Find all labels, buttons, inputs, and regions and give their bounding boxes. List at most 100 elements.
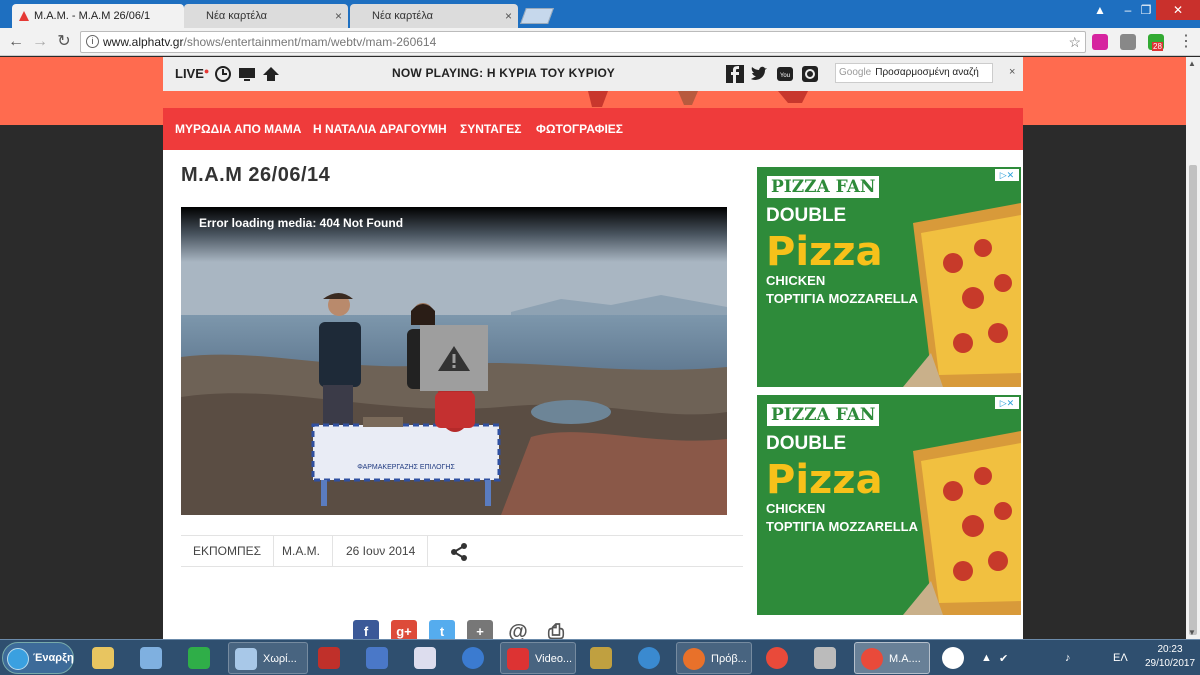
scroll-down-icon[interactable]: ▼ [1188,628,1196,637]
store-icon[interactable] [182,642,218,674]
meta-date: 26 Ιουν 2014 [334,536,429,566]
browser-tab-active[interactable]: Μ.Α.Μ. - Μ.Α.Μ 26/06/1 [12,4,184,28]
menu-icon[interactable]: ⋮ [1176,32,1196,52]
ad-line: ΤΟΡΤΙΓΙΑ MOZZARELLA [766,519,919,534]
menu-item[interactable]: ΣΥΝΤΑΓΕΣ [460,122,521,136]
volume-icon[interactable]: ♪ [1065,652,1071,664]
drive-icon[interactable] [808,642,844,674]
user-icon[interactable]: ▲ [1086,0,1114,20]
wireless-icon[interactable] [632,642,668,674]
windows-orb-icon [7,648,29,670]
adchoices-icon[interactable]: ▷✕ [995,397,1019,409]
paint-icon[interactable] [134,642,170,674]
reload-icon[interactable]: ↻ [54,32,74,52]
meta-show-link[interactable]: Μ.Α.Μ. [270,536,333,566]
twitter-share-button[interactable]: t [429,620,455,639]
youtube-icon[interactable]: You [776,65,794,83]
facebook-icon[interactable] [726,65,744,83]
tab-title: Νέα καρτέλα [206,10,268,22]
url-host: www.alphatv.gr [103,35,184,49]
live-link[interactable]: LIVE● [175,66,209,81]
ad-banner[interactable]: ▷✕ PIZZA FAN DOUBLE Pizza CHICKEN ΤΟΡΤΙΓ… [757,395,1021,615]
reader-icon[interactable] [408,642,444,674]
start-label: Έναρξη [33,652,74,664]
svg-text:You: You [780,73,790,79]
google-brand: Google [839,67,872,78]
site-search-input[interactable]: Google Προσαρμοσμένη αναζή [835,63,993,83]
googleplus-share-button[interactable]: g+ [391,620,417,639]
camera-extension-icon[interactable] [1120,34,1136,50]
firefox-icon [683,648,705,670]
facebook-share-button[interactable]: f [353,620,379,639]
language-indicator[interactable]: ΕΛ [1113,652,1128,664]
feed-extension-icon[interactable]: 28 [1148,34,1164,51]
ad-line: CHICKEN [766,501,826,516]
section-menu: ΜΥΡΩΔΙΑ ΑΠΟ ΜΑΜΑ Η ΝΑΤΑΛΙΑ ΔΡΑΓΟΥΜΗ ΣΥΝΤ… [163,108,1023,150]
print-share-button[interactable]: ⎙ [543,620,569,639]
taskbar-window-label: Χωρί... [263,653,297,665]
close-icon[interactable]: × [335,4,342,28]
network-tool-icon[interactable] [360,642,396,674]
menu-item[interactable]: Η ΝΑΤΑΛΙΑ ΔΡΑΓΟΥΜΗ [313,122,447,136]
extension-badge: 28 [1152,42,1163,51]
ad-banner[interactable]: ▷✕ PIZZA FAN DOUBLE Pizza CHICKEN ΤΟΡΤΙΓ… [757,167,1021,387]
video-player[interactable]: ΦΑΡΜΑΚΕΡΓΑΖΗΣ ΕΠΙΛΟΓΗΣ Error loading med… [181,207,727,515]
now-playing-text[interactable]: NOW PLAYING: Η ΚΥΡΙΑ ΤΟΥ ΚΥΡΙΟΥ [392,66,615,80]
taskbar-window-label: Video... [535,653,573,665]
clock-icon[interactable] [214,65,232,83]
help-icon[interactable] [936,642,972,674]
pizzafan-logo: PIZZA FAN [765,402,882,428]
qbittorrent-icon[interactable] [456,642,492,674]
tray-expand-icon[interactable]: ▲ [981,652,992,664]
video-warning-overlay[interactable] [420,325,488,391]
twitter-icon[interactable] [750,65,768,83]
meta-category-link[interactable]: ΕΚΠΟΜΠΕΣ [181,536,275,566]
tray-app-icon[interactable]: ✔ [999,652,1008,665]
taskbar-window[interactable]: Χωρί... [228,642,308,674]
site-info-icon[interactable]: i [86,35,99,48]
video-error-message: Error loading media: 404 Not Found [199,216,404,230]
scrollbar-thumb[interactable] [1189,165,1197,635]
back-icon[interactable]: ← [6,32,26,52]
email-share-button[interactable]: @ [505,620,531,639]
chrome-pinned-icon[interactable] [760,642,796,674]
menu-item[interactable]: ΜΥΡΩΔΙΑ ΑΠΟ ΜΑΜΑ [175,122,301,136]
instagram-extension-icon[interactable] [1092,34,1108,50]
instagram-icon[interactable] [801,65,819,83]
add-share-button[interactable]: + [467,620,493,639]
adchoices-icon[interactable]: ▷✕ [995,169,1019,181]
browser-toolbar: ← → ↻ i www.alphatv.gr/shows/entertainme… [0,28,1200,56]
taskbar-window[interactable]: Video... [500,642,576,674]
share-icon[interactable] [449,542,469,562]
new-tab-button[interactable] [520,8,554,24]
taskbar-window[interactable]: Πρόβ... [676,642,752,674]
close-icon[interactable]: × [1009,66,1015,78]
page-title: Μ.Α.Μ 26/06/14 [181,164,331,186]
page-scrollbar[interactable]: ▲ ▼ [1186,57,1200,639]
address-bar[interactable]: i www.alphatv.gr/shows/entertainment/mam… [80,31,1086,53]
window-close-button[interactable]: ✕ [1156,0,1200,20]
taskbar-window-label: Πρόβ... [711,653,747,665]
browser-tab-strip: Μ.Α.Μ. - Μ.Α.Μ 26/06/1 Νέα καρτέλα × Νέα… [0,0,1200,28]
tv-icon[interactable] [238,65,256,83]
explorer-icon[interactable] [86,642,122,674]
tab-title: Νέα καρτέλα [372,10,434,22]
menu-item[interactable]: ΦΩΤΟΓΡΑΦΙΕΣ [536,122,623,136]
browser-tab[interactable]: Νέα καρτέλα × [350,4,518,28]
start-button[interactable]: Έναρξη [2,642,74,674]
browser-tab[interactable]: Νέα καρτέλα × [184,4,348,28]
pizza-image [903,431,1021,615]
tab-title: Μ.Α.Μ. - Μ.Α.Μ 26/06/1 [34,10,151,22]
scroll-up-icon[interactable]: ▲ [1188,59,1196,68]
article-meta-bar: ΕΚΠΟΜΠΕΣ Μ.Α.Μ. 26 Ιουν 2014 [181,535,743,567]
forward-icon[interactable]: → [30,32,50,52]
system-clock[interactable]: 20:23 29/10/2017 [1142,643,1198,671]
bookmark-star-icon[interactable]: ☆ [1068,32,1081,52]
taskbar-window-active[interactable]: Μ.Α.... [854,642,930,674]
ad-product: Pizza [766,457,883,503]
home-icon[interactable] [262,65,280,83]
downloader-icon[interactable] [312,642,348,674]
live-label: LIVE [175,66,204,81]
close-icon[interactable]: × [505,4,512,28]
calculator-icon[interactable] [584,642,620,674]
